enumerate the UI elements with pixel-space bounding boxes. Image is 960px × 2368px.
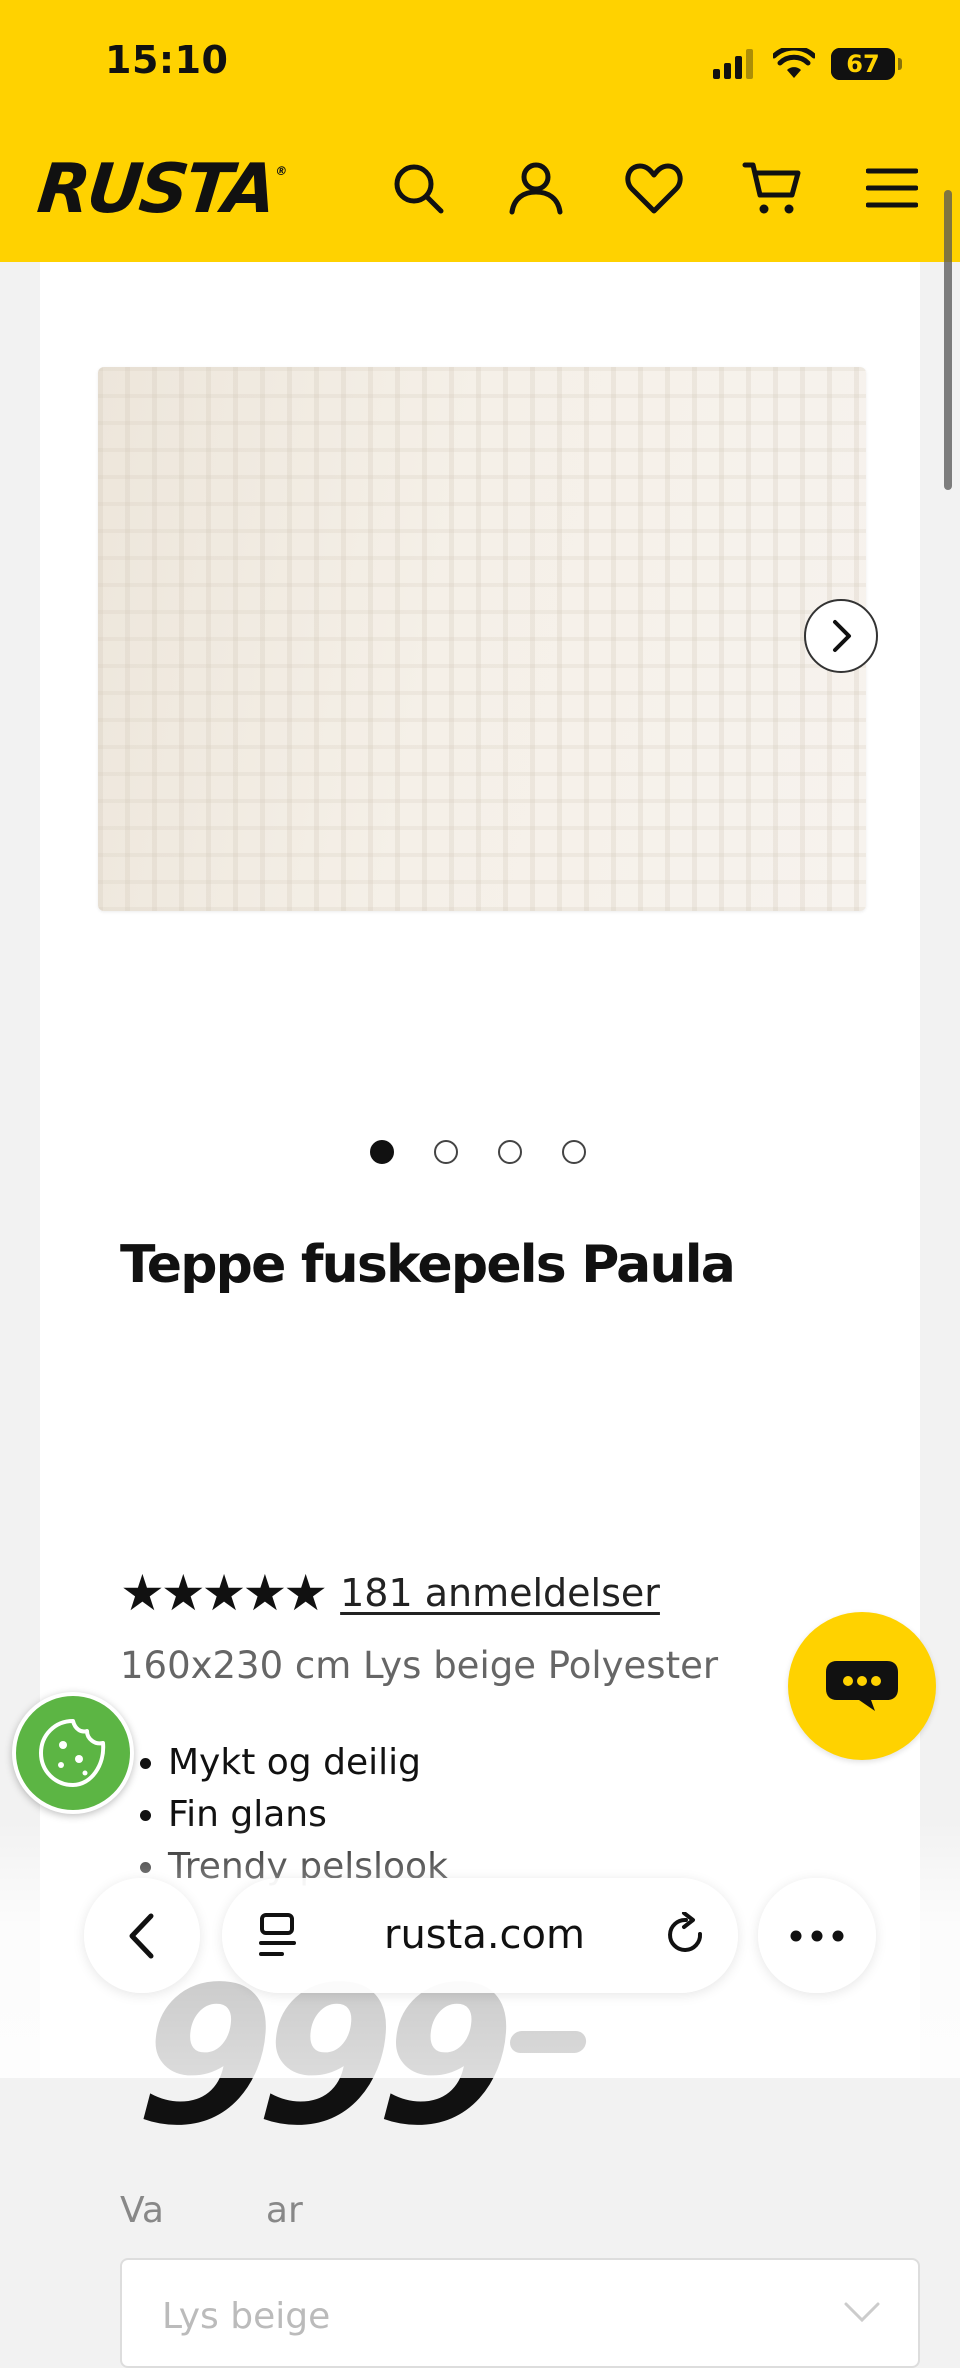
reviews-link[interactable]: 181 anmeldelser [340, 1571, 660, 1615]
gallery-dot-1[interactable] [370, 1140, 394, 1164]
variant-label: Va ar [120, 2190, 303, 2231]
gallery-dot-4[interactable] [562, 1140, 586, 1164]
battery-level: 67 [846, 50, 880, 78]
logo-text: RUSTA [33, 150, 278, 229]
heart-icon [625, 163, 683, 214]
reload-icon[interactable] [664, 1912, 708, 1958]
logo-registered-mark: ® [274, 164, 285, 178]
search-button[interactable] [388, 158, 448, 218]
browser-more-button[interactable] [758, 1878, 876, 1993]
menu-icon [866, 168, 918, 208]
product-title: Teppe fuskepels Paula [120, 1235, 736, 1295]
account-button[interactable] [506, 158, 566, 218]
variant-selected-value: Lys beige [162, 2296, 331, 2337]
chevron-right-icon [833, 620, 851, 652]
reader-mode-icon[interactable] [258, 1912, 298, 1958]
cookie-icon [39, 1719, 106, 1787]
more-icon [790, 1930, 844, 1941]
feature-item: Mykt og deilig [168, 1737, 448, 1789]
variant-label-start: Va [120, 2190, 164, 2231]
browser-back-button[interactable] [84, 1878, 200, 1993]
status-icons: 67 [713, 44, 902, 84]
chevron-down-icon [844, 2302, 880, 2323]
product-subtitle: 160x230 cm Lys beige Polyester [120, 1644, 719, 1687]
product-image[interactable] [98, 367, 866, 911]
menu-button[interactable] [862, 158, 922, 218]
signal-icon [713, 49, 753, 79]
variant-select[interactable]: Lys beige [120, 2258, 920, 2368]
battery-indicator: 67 [831, 48, 902, 80]
variant-label-end: ar [265, 2190, 303, 2231]
wishlist-button[interactable] [624, 158, 684, 218]
cart-button[interactable] [742, 158, 802, 218]
address-bar[interactable]: rusta.com [222, 1878, 738, 1993]
gallery-pagination [370, 1140, 586, 1164]
cookie-settings-button[interactable] [12, 1692, 134, 1814]
chevron-left-icon [129, 1913, 154, 1958]
account-icon [509, 162, 563, 215]
next-image-button[interactable] [804, 599, 878, 673]
cart-icon [742, 162, 801, 214]
gallery-dot-3[interactable] [498, 1140, 522, 1164]
search-icon [394, 164, 444, 214]
chat-button[interactable] [788, 1612, 936, 1760]
page-scrollbar[interactable] [944, 190, 952, 490]
product-rating: ★★★★★ 181 anmeldelser [120, 1568, 660, 1618]
url-text: rusta.com [384, 1912, 585, 1958]
product-card: Teppe fuskepels Paula ★★★★★ 181 anmeldel… [40, 262, 920, 2368]
wifi-icon [773, 48, 815, 78]
star-rating: ★★★★★ [120, 1564, 328, 1622]
rusta-logo[interactable]: RUSTA® [34, 150, 287, 229]
site-header: 15:10 67 RUSTA® [0, 0, 960, 262]
gallery-dot-2[interactable] [434, 1140, 458, 1164]
status-time: 15:10 [105, 38, 229, 82]
chat-icon [826, 1661, 898, 1711]
